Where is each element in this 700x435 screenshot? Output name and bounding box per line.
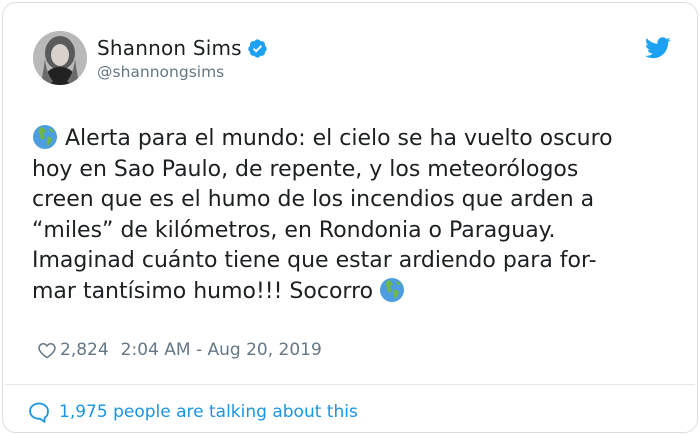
conversation-link[interactable]: 1,975 people are talking about this bbox=[27, 400, 358, 424]
globe-icon bbox=[33, 125, 57, 149]
author-name[interactable]: Shannon Sims bbox=[97, 36, 242, 60]
tweet-timestamp[interactable]: 2:04 AM - Aug 20, 2019 bbox=[121, 340, 322, 360]
tweet-body: Alerta para el mundo: el cielo se ha vue… bbox=[32, 124, 692, 307]
tweet-text: Alerta para el mundo: el cielo se ha vue… bbox=[32, 126, 613, 304]
tweet-card: Shannon Sims @shannongsims Alerta para e… bbox=[2, 2, 698, 433]
tweet-header: Shannon Sims @shannongsims bbox=[33, 31, 673, 91]
speech-bubble-icon bbox=[29, 402, 49, 423]
twitter-bird-icon[interactable] bbox=[645, 37, 671, 59]
verified-badge-icon bbox=[248, 38, 267, 58]
like-count[interactable]: 2,824 bbox=[60, 340, 109, 360]
talking-count[interactable]: 1,975 people are talking about this bbox=[59, 402, 358, 422]
globe-icon bbox=[380, 277, 405, 302]
name-row: Shannon Sims bbox=[97, 36, 268, 60]
author-handle[interactable]: @shannongsims bbox=[97, 63, 224, 81]
tweet-meta: 2,824 2:04 AM - Aug 20, 2019 bbox=[37, 340, 322, 360]
divider bbox=[5, 384, 695, 385]
heart-icon[interactable] bbox=[37, 340, 57, 360]
avatar[interactable] bbox=[33, 31, 87, 85]
